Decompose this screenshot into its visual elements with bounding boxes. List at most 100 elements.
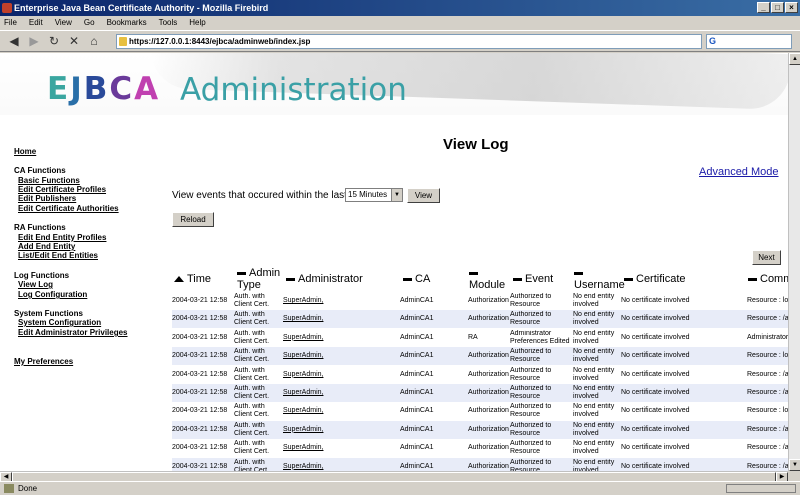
sidebar-home-link[interactable]: Home (14, 147, 36, 156)
cell-comment: Resource : /a (747, 444, 788, 452)
google-icon: G (709, 36, 717, 46)
chevron-down-icon[interactable]: ▼ (391, 189, 402, 201)
cell-comment: Resource : /a (747, 370, 788, 378)
menu-edit[interactable]: Edit (29, 16, 43, 30)
cell-event: Authorized to Resource (510, 293, 552, 308)
banner: EJBCA Administration (0, 53, 788, 115)
sidebar-item-view-log[interactable]: View Log (18, 280, 53, 289)
vertical-scrollbar[interactable]: ▲ ▼ (788, 53, 800, 471)
log-table-header: Time Admin Type Administrator CA Module … (172, 267, 788, 291)
cell-module: Authorization (468, 352, 509, 360)
menu-tools[interactable]: Tools (159, 16, 178, 30)
cell-certificate: No certificate involved (621, 444, 690, 452)
maximize-button[interactable]: □ (771, 2, 784, 13)
column-header-admin-type[interactable]: Admin Type (237, 267, 283, 291)
sidebar-item-edit-certificate-profiles[interactable]: Edit Certificate Profiles (18, 185, 106, 194)
column-header-administrator[interactable]: Administrator (286, 273, 363, 285)
back-icon[interactable]: ◀ (6, 34, 22, 49)
url-bar[interactable]: https://127.0.0.1:8443/ejbca/adminweb/in… (116, 34, 702, 49)
reload-button[interactable]: Reload (172, 212, 214, 227)
reload-icon[interactable]: ↻ (46, 34, 62, 49)
cell-administrator[interactable]: SuperAdmin, (283, 329, 393, 347)
cell-comment: Resource : lo (747, 352, 788, 360)
advanced-mode-link[interactable]: Advanced Mode (699, 166, 779, 178)
cell-certificate: No certificate involved (621, 315, 690, 323)
column-header-ca[interactable]: CA (403, 273, 430, 285)
table-row: 2004-03-21 12:58 Auth. with Client Cert. S… (172, 329, 788, 347)
page-content: EJBCA Administration Home CA Functions B… (0, 53, 788, 471)
sidebar-item-system-configuration[interactable]: System Configuration (18, 318, 101, 327)
menu-help[interactable]: Help (189, 16, 205, 30)
cell-ca: AdminCA1 (400, 370, 434, 378)
next-page-button[interactable]: Next (752, 250, 781, 265)
cell-administrator[interactable]: SuperAdmin, (283, 439, 393, 457)
cell-admin-type: Auth. with Client Cert. (234, 385, 270, 400)
table-row: 2004-03-21 12:58 Auth. with Client Cert. S… (172, 310, 788, 329)
cell-administrator[interactable]: SuperAdmin, (283, 402, 393, 420)
navigation-toolbar: ◀ ▶ ↻ ✕ ⌂ https://127.0.0.1:8443/ejbca/a… (0, 30, 800, 52)
table-row: 2004-03-21 12:58 Auth. with Client Cert. S… (172, 457, 788, 471)
menu-file[interactable]: File (4, 16, 17, 30)
cell-certificate: No certificate involved (621, 352, 690, 360)
cell-administrator[interactable]: SuperAdmin, (283, 292, 393, 310)
column-header-module[interactable]: Module (469, 267, 509, 291)
close-button[interactable]: × (785, 2, 798, 13)
column-header-event[interactable]: Event (513, 273, 553, 285)
sidebar-item-log-configuration[interactable]: Log Configuration (18, 290, 87, 299)
menu-go[interactable]: Go (84, 16, 95, 30)
menu-view[interactable]: View (55, 16, 72, 30)
cell-module: Authorization (468, 389, 509, 396)
minimize-button[interactable]: _ (757, 2, 770, 13)
sidebar-item-edit-certificate-authorities[interactable]: Edit Certificate Authorities (18, 204, 119, 213)
cell-username: No end entity involved (573, 329, 615, 345)
horizontal-scrollbar[interactable]: ◀ ▶ (0, 471, 788, 482)
cell-event: Administrator Preferences Edited (510, 329, 570, 345)
sidebar-item-add-end-entity[interactable]: Add End Entity (18, 242, 75, 251)
sidebar-item-basic-functions[interactable]: Basic Functions (18, 176, 80, 185)
cell-event: Authorized to Resource (510, 348, 552, 364)
sidebar-item-edit-publishers[interactable]: Edit Publishers (18, 194, 76, 203)
column-header-comment[interactable]: Comment (748, 273, 788, 285)
scroll-down-icon[interactable]: ▼ (789, 459, 800, 471)
cell-username: No end entity involved (573, 385, 615, 400)
cell-comment: Resource : /a (747, 389, 788, 396)
cell-event: Authorized to Resource (510, 458, 552, 471)
cell-event: Authorized to Resource (510, 421, 552, 437)
cell-administrator[interactable]: SuperAdmin, (283, 366, 393, 384)
column-header-certificate[interactable]: Certificate (624, 273, 686, 285)
forward-icon[interactable]: ▶ (26, 34, 42, 49)
sidebar-my-preferences-link[interactable]: My Preferences (14, 357, 73, 366)
cell-username: No end entity involved (573, 458, 615, 471)
browser-window: Enterprise Java Bean Certificate Authori… (0, 0, 800, 494)
cell-admin-type: Auth. with Client Cert. (234, 311, 270, 327)
view-button[interactable]: View (407, 188, 440, 203)
cell-administrator[interactable]: SuperAdmin, (283, 458, 393, 471)
column-header-username[interactable]: Username (574, 267, 626, 291)
column-header-time[interactable]: Time (174, 273, 211, 285)
cell-module: Authorization (468, 315, 509, 323)
time-filter-select[interactable]: 15 Minutes ▼ (345, 188, 403, 202)
time-filter-value: 15 Minutes (348, 190, 388, 199)
cell-time: 2004-03-21 12:58 (172, 444, 228, 452)
cell-ca: AdminCA1 (400, 297, 434, 304)
url-text: https://127.0.0.1:8443/ejbca/adminweb/in… (129, 37, 311, 46)
search-field[interactable]: G (706, 34, 792, 49)
sidebar-item-list-edit-end-entities[interactable]: List/Edit End Entities (18, 251, 98, 260)
cell-username: No end entity involved (573, 440, 615, 456)
sidebar-group-ca: CA Functions (14, 166, 66, 175)
scroll-up-icon[interactable]: ▲ (789, 53, 800, 65)
cell-admin-type: Auth. with Client Cert. (234, 458, 270, 471)
sidebar-item-edit-administrator-privileges[interactable]: Edit Administrator Privileges (18, 328, 128, 337)
home-icon[interactable]: ⌂ (86, 34, 102, 49)
cell-event: Authorized to Resource (510, 403, 552, 419)
menu-bookmarks[interactable]: Bookmarks (107, 16, 147, 30)
cell-time: 2004-03-21 12:58 (172, 389, 228, 396)
cell-administrator[interactable]: SuperAdmin, (283, 310, 393, 328)
cell-comment: Resource : /a (747, 315, 788, 323)
stop-icon[interactable]: ✕ (66, 34, 82, 49)
cell-administrator[interactable]: SuperAdmin, (283, 384, 393, 402)
cell-administrator[interactable]: SuperAdmin, (283, 347, 393, 365)
cell-administrator[interactable]: SuperAdmin, (283, 421, 393, 439)
sidebar-item-edit-end-entity-profiles[interactable]: Edit End Entity Profiles (18, 233, 106, 242)
sort-icon (513, 277, 522, 281)
